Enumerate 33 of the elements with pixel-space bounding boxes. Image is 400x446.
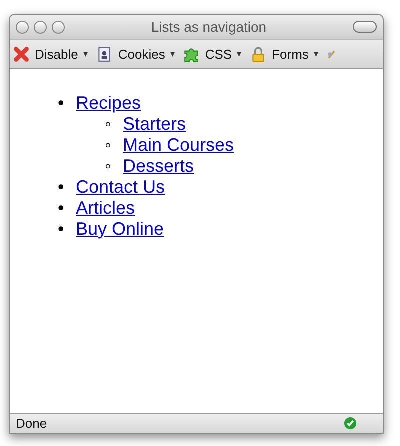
window-title: Lists as navigation xyxy=(150,19,268,35)
bullet-icon: ◦ xyxy=(105,156,123,177)
nav-link[interactable]: Starters xyxy=(123,114,186,135)
nav-link[interactable]: Articles xyxy=(76,198,136,219)
document-icon[interactable] xyxy=(96,46,114,62)
zoom-button[interactable] xyxy=(52,20,65,34)
nav-link[interactable]: Main Courses xyxy=(123,135,234,156)
bullet-icon: • xyxy=(58,177,76,198)
puzzle-icon[interactable] xyxy=(183,46,200,62)
bullet-icon: • xyxy=(58,219,76,240)
bullet-icon: ◦ xyxy=(105,135,123,156)
caret-icon[interactable]: ▾ xyxy=(83,49,88,59)
status-text: Done xyxy=(16,416,48,431)
toolbar-toggle-button[interactable] xyxy=(353,21,377,33)
toolbar-menu-button[interactable]: Cookies xyxy=(118,46,166,62)
close-button[interactable] xyxy=(16,20,29,34)
caret-icon[interactable]: ▾ xyxy=(237,49,242,59)
caret-icon[interactable]: ▾ xyxy=(170,49,176,59)
nav-link[interactable]: Buy Online xyxy=(76,219,164,240)
lock-icon[interactable] xyxy=(250,46,268,62)
cross-icon[interactable] xyxy=(13,46,30,62)
nav-link[interactable]: Recipes xyxy=(76,93,142,114)
toolbar-menu-button[interactable]: CSS xyxy=(205,46,232,62)
nav-link[interactable]: Desserts xyxy=(123,156,194,177)
toolbar-menu-button[interactable]: Disable xyxy=(35,46,78,62)
toolbar-menu-button[interactable]: Forms xyxy=(272,46,309,62)
caret-icon[interactable]: ▾ xyxy=(314,49,319,59)
check-icon xyxy=(344,417,357,430)
bullet-icon: ◦ xyxy=(105,114,123,135)
minimize-button[interactable] xyxy=(34,20,47,34)
bullet-icon: • xyxy=(58,93,76,114)
nav-link[interactable]: Contact Us xyxy=(76,177,166,198)
bullet-icon: • xyxy=(58,198,76,219)
